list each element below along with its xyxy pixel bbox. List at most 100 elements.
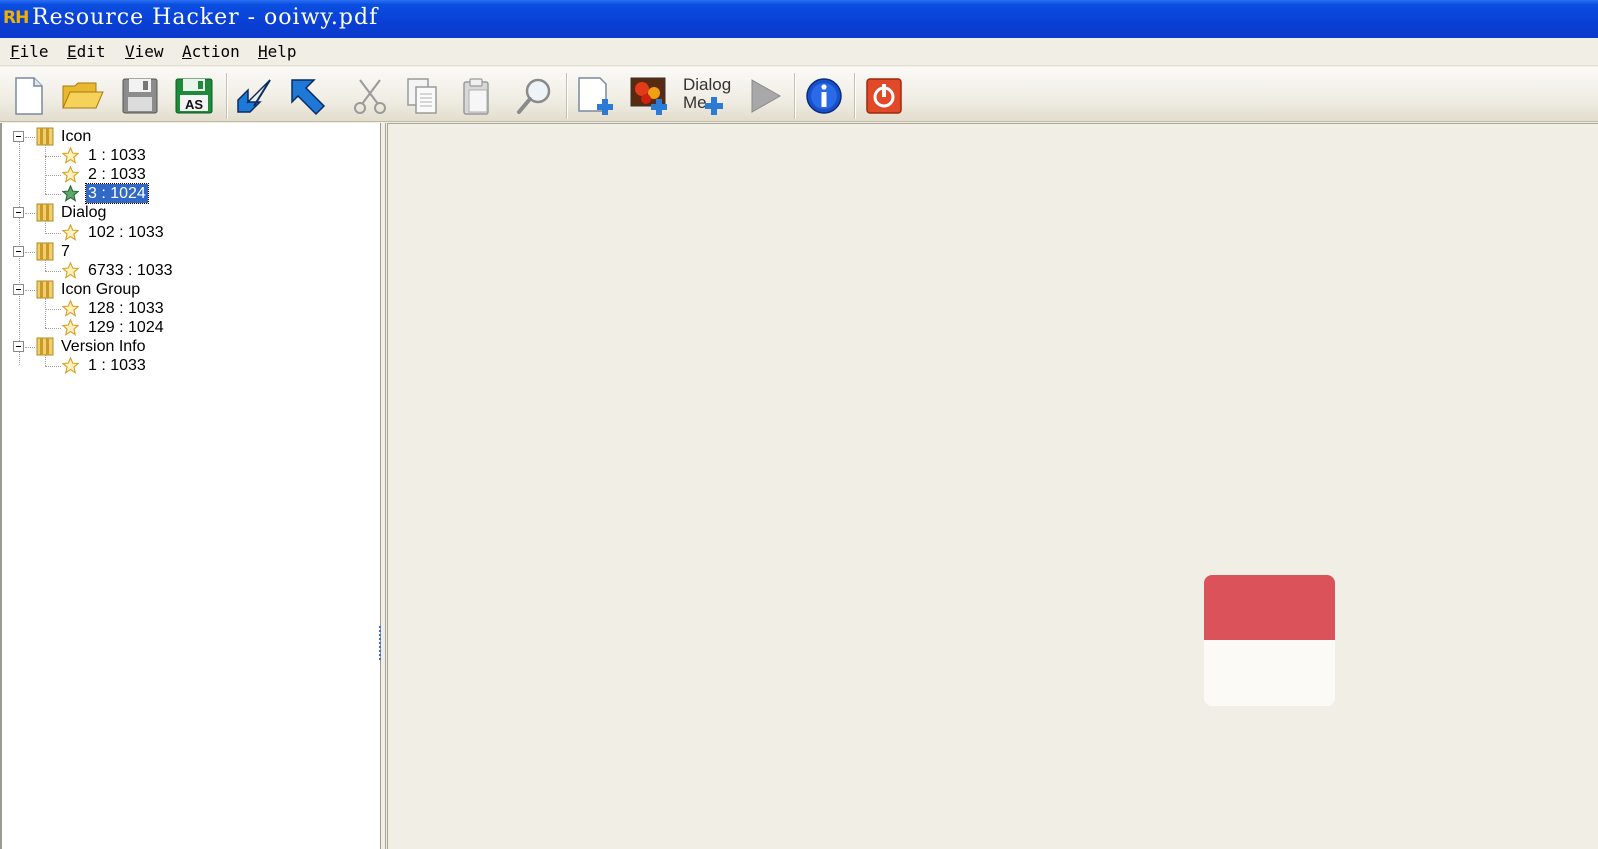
tree-line xyxy=(45,194,61,196)
dialog-merge-label: Dialog xyxy=(683,75,732,94)
add-image-resource-icon xyxy=(630,77,667,115)
menu-view[interactable]: View xyxy=(125,42,164,61)
compile-button[interactable] xyxy=(232,75,276,117)
dialog-merge-button[interactable]: Dialog Me xyxy=(682,75,732,117)
tree-item-label[interactable]: 1 : 1033 xyxy=(88,146,146,165)
open-button[interactable] xyxy=(60,75,104,117)
tree-group-label[interactable]: Version Info xyxy=(61,337,146,356)
save-as-button[interactable]: AS xyxy=(172,75,216,117)
info-icon xyxy=(806,78,842,114)
add-resource-button[interactable] xyxy=(574,75,618,117)
preview-pane xyxy=(387,123,1598,849)
toolbar-separator xyxy=(854,73,856,119)
resource-star-icon xyxy=(61,146,80,164)
menu-edit[interactable]: Edit xyxy=(67,42,106,61)
tree-line xyxy=(45,328,61,329)
toolbar-separator xyxy=(566,73,568,119)
menu-bar: File Edit View Action Help xyxy=(0,38,1598,66)
tree-line xyxy=(25,251,35,253)
folder-icon xyxy=(35,336,55,356)
title-bar: RH Resource Hacker - ooiwy.pdf xyxy=(0,0,1598,38)
tree-item-label[interactable]: 6733 : 1033 xyxy=(88,261,173,280)
menu-file[interactable]: File xyxy=(10,42,49,61)
folder-icon xyxy=(35,241,55,261)
find-icon xyxy=(517,78,551,114)
paste-button[interactable] xyxy=(454,75,498,117)
tree-line xyxy=(45,270,61,272)
collapse-toggle[interactable] xyxy=(13,131,24,142)
open-folder-icon xyxy=(62,82,104,109)
tree-item-label[interactable]: 2 : 1033 xyxy=(88,165,146,184)
exit-button[interactable] xyxy=(862,75,906,117)
window-title: Resource Hacker - ooiwy.pdf xyxy=(32,5,379,30)
paste-icon xyxy=(463,78,489,115)
find-button[interactable] xyxy=(512,75,556,117)
tree-line xyxy=(45,232,61,234)
menu-action[interactable]: Action xyxy=(182,42,240,61)
tree-item-label[interactable]: 1 : 1033 xyxy=(88,356,146,375)
tree-line xyxy=(45,221,46,233)
menu-help[interactable]: Help xyxy=(258,42,297,61)
collapse-toggle[interactable] xyxy=(13,245,24,257)
icon-preview-image xyxy=(1204,575,1335,706)
resource-star-icon xyxy=(61,318,80,336)
icon-preview-top xyxy=(1204,575,1335,640)
tree-group-label[interactable]: 7 xyxy=(61,242,70,261)
jump-arrow-icon xyxy=(291,79,326,116)
pane-splitter[interactable] xyxy=(381,123,386,849)
jump-button[interactable] xyxy=(286,75,330,117)
save-button[interactable] xyxy=(118,75,162,117)
save-as-icon: AS xyxy=(175,78,213,114)
exit-power-icon xyxy=(866,78,902,114)
tree-group-label[interactable]: Icon xyxy=(61,127,91,146)
toolbar-separator xyxy=(226,73,228,119)
tree-item-label[interactable]: 3 : 1024 xyxy=(85,183,149,205)
run-button[interactable] xyxy=(742,75,786,117)
svg-text:AS: AS xyxy=(185,97,203,112)
tree-line xyxy=(25,347,35,349)
copy-button[interactable] xyxy=(400,75,444,117)
save-icon xyxy=(122,78,158,114)
tree-line xyxy=(45,308,61,310)
collapse-toggle[interactable] xyxy=(13,341,24,353)
collapse-toggle[interactable] xyxy=(13,283,24,295)
tree-line xyxy=(45,156,61,158)
tree-line xyxy=(25,289,35,291)
new-file-icon xyxy=(15,77,43,115)
resource-star-icon xyxy=(61,184,80,203)
resource-star-icon xyxy=(61,222,80,241)
app-logo-icon: RH xyxy=(3,8,29,28)
cut-icon xyxy=(354,79,386,114)
resource-star-icon xyxy=(61,165,80,184)
tree-line xyxy=(45,297,46,328)
dialog-merge-icon xyxy=(705,97,723,115)
toolbar-separator xyxy=(794,73,796,119)
add-blank-resource-icon xyxy=(578,77,613,115)
tree-line xyxy=(45,175,61,177)
resource-star-icon xyxy=(61,299,80,317)
folder-icon xyxy=(35,279,55,299)
folder-icon xyxy=(35,126,55,146)
tree-item-label[interactable]: 102 : 1033 xyxy=(88,223,164,242)
cut-button[interactable] xyxy=(348,75,392,117)
resource-star-icon xyxy=(61,356,80,375)
toolbar: AS Dialog Me xyxy=(0,67,1598,122)
collapse-toggle[interactable] xyxy=(13,207,24,219)
new-button[interactable] xyxy=(7,75,51,117)
copy-icon xyxy=(407,78,437,114)
tree-group-label[interactable]: Dialog xyxy=(61,203,106,222)
tree-line xyxy=(45,145,46,195)
tree-line xyxy=(25,137,35,138)
tree-line xyxy=(45,355,46,367)
add-image-button[interactable] xyxy=(628,75,672,117)
splitter-grip[interactable] xyxy=(379,626,382,660)
resource-star-icon xyxy=(61,261,80,279)
about-button[interactable] xyxy=(802,75,846,117)
compile-arrow-icon xyxy=(237,79,271,113)
tree-item-label[interactable]: 128 : 1033 xyxy=(88,299,164,318)
tree-group-label[interactable]: Icon Group xyxy=(61,280,140,299)
tree-line xyxy=(45,259,46,271)
play-icon xyxy=(751,79,782,113)
tree-item-label[interactable]: 129 : 1024 xyxy=(88,318,164,337)
tree-line xyxy=(45,366,61,368)
